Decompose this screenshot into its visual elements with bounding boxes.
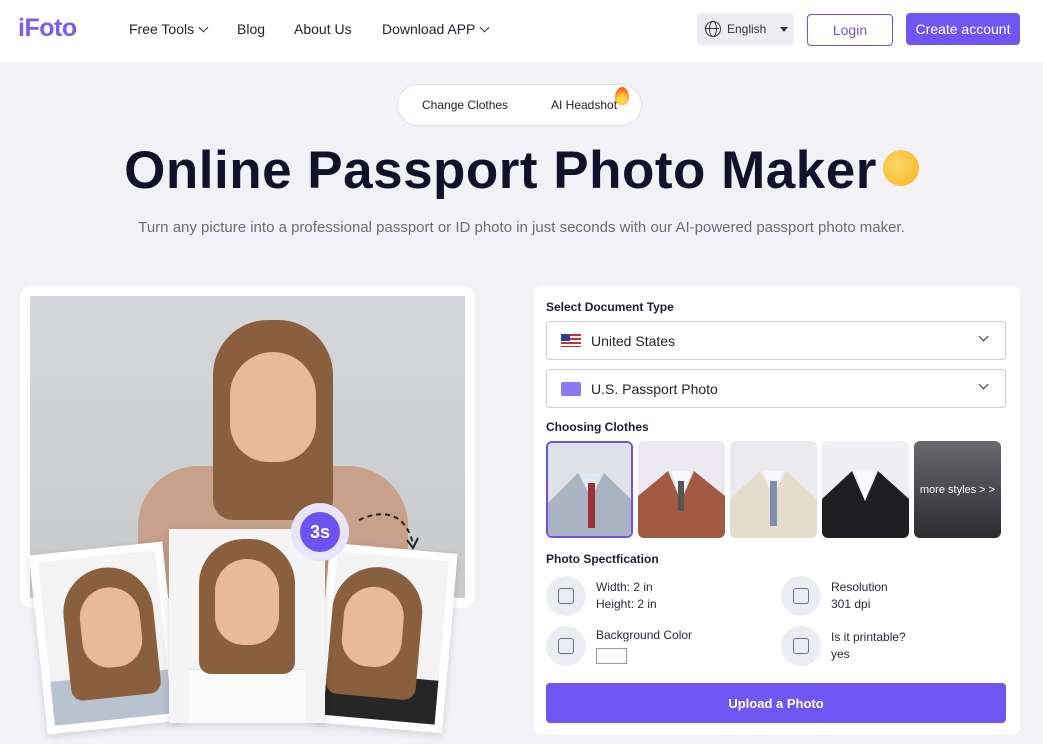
id-card-icon	[561, 381, 581, 396]
spec-label: Photo Spectfication	[546, 552, 659, 566]
country-select[interactable]: United States	[546, 321, 1006, 360]
clothes-label: Choosing Clothes	[546, 420, 649, 434]
nav-about-label: About Us	[294, 21, 352, 37]
paint-brush-icon	[546, 626, 586, 666]
printer-icon	[781, 626, 821, 666]
page-title-text: Online Passport Photo Maker	[124, 141, 877, 200]
create-account-button[interactable]: Create account	[906, 13, 1020, 45]
resolution-value: 301 dpi	[831, 597, 871, 611]
photo-shirt	[189, 669, 305, 723]
photo-type-value: U.S. Passport Photo	[591, 380, 718, 397]
resize-icon-glyph	[558, 588, 574, 604]
resolution-label: Resolution	[831, 580, 888, 594]
grey-suit-icon	[548, 443, 631, 536]
doc-type-label: Select Document Type	[546, 300, 674, 314]
language-selector[interactable]: English	[697, 13, 794, 45]
fire-icon	[615, 87, 629, 105]
black-suit-icon	[822, 441, 909, 538]
height-value: Height: 2 in	[596, 597, 657, 611]
page-subtitle: Turn any picture into a professional pas…	[138, 219, 905, 236]
top-nav: iFoto Free Tools Blog About Us Download …	[0, 0, 1043, 62]
resize-icon	[546, 576, 586, 616]
chevron-down-icon	[198, 22, 209, 32]
timer-label: 3s	[300, 512, 340, 552]
nav-blog[interactable]: Blog	[237, 21, 265, 37]
nav-free-tools-label: Free Tools	[129, 21, 195, 37]
width-value: Width: 2 in	[596, 580, 653, 594]
background-color-swatch[interactable]	[596, 648, 627, 664]
beige-suit-icon	[730, 441, 817, 538]
photo-face	[230, 352, 316, 462]
clothes-option-argyle-vest[interactable]	[638, 441, 725, 538]
chevron-down-icon	[978, 379, 989, 390]
nav-about-us[interactable]: About Us	[294, 21, 352, 37]
printer-icon-glyph	[793, 638, 809, 654]
nav-download-app[interactable]: Download APP	[382, 21, 490, 37]
photo-background	[323, 551, 449, 725]
resolution-info: Resolution 301 dpi	[831, 579, 888, 613]
result-photo-right	[314, 542, 458, 734]
printable-value: yes	[831, 647, 850, 661]
party-emoji-icon	[882, 150, 919, 186]
upload-photo-button[interactable]: Upload a Photo	[546, 683, 1006, 723]
clothes-option-beige-suit[interactable]	[730, 441, 817, 538]
chevron-down-icon	[479, 22, 490, 32]
result-photo-left	[28, 541, 182, 735]
more-styles-button[interactable]: more styles > >	[914, 441, 1001, 538]
printable-info: Is it printable? yes	[831, 629, 906, 663]
hd-icon	[781, 576, 821, 616]
argyle-vest-icon	[638, 441, 725, 538]
printable-label: Is it printable?	[831, 630, 906, 644]
page-title: Online Passport Photo Maker	[0, 140, 1043, 201]
timer-badge: 3s	[291, 503, 349, 561]
caret-down-icon	[780, 26, 789, 32]
language-label: English	[727, 22, 767, 36]
paint-brush-icon-glyph	[558, 638, 574, 654]
logo[interactable]: iFoto	[18, 14, 77, 43]
photo-type-select[interactable]: U.S. Passport Photo	[546, 369, 1006, 408]
result-photo-center	[169, 529, 325, 723]
login-button[interactable]: Login	[807, 14, 893, 46]
photo-background	[37, 550, 173, 726]
curved-arrow-icon	[358, 513, 419, 550]
clothes-option-grey-suit[interactable]	[546, 441, 633, 538]
nav-download-label: Download APP	[382, 21, 476, 37]
chevron-down-icon	[978, 331, 989, 342]
nav-blog-label: Blog	[237, 21, 266, 37]
background-color-label: Background Color	[596, 628, 693, 642]
hd-icon-glyph	[793, 588, 809, 604]
feature-pill-group: Change Clothes AI Headshot	[397, 84, 642, 126]
country-value: United States	[591, 332, 676, 349]
pill-change-clothes[interactable]: Change Clothes	[422, 98, 508, 112]
globe-icon	[705, 21, 721, 37]
pill-ai-headshot[interactable]: AI Headshot	[551, 98, 617, 112]
nav-free-tools[interactable]: Free Tools	[129, 21, 209, 37]
photo-face	[215, 559, 279, 645]
clothes-option-black-suit[interactable]	[822, 441, 909, 538]
photo-background	[169, 529, 325, 723]
us-flag-icon	[561, 334, 581, 347]
dimension-info: Width: 2 in Height: 2 in	[596, 579, 657, 613]
